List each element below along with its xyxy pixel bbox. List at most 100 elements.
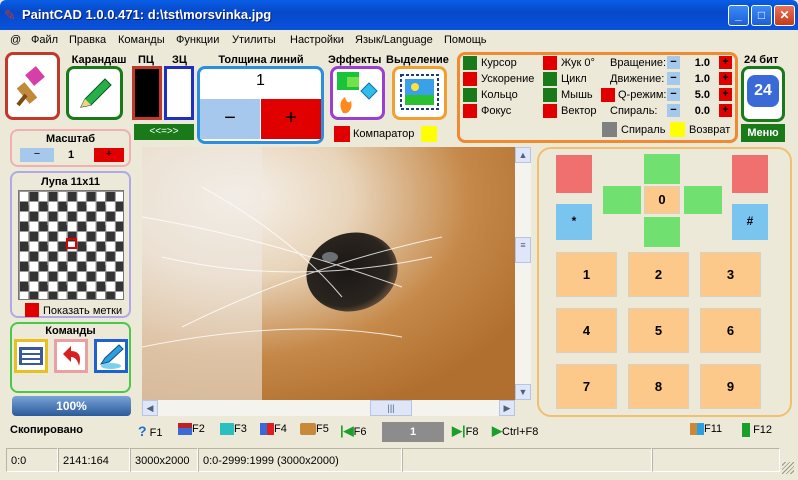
movement-value: 1.0	[694, 73, 710, 85]
draw-command-button[interactable]	[94, 339, 128, 373]
keypad-zero-button[interactable]: 0	[644, 186, 680, 214]
f6-button[interactable]: |◀F6	[340, 423, 366, 443]
scroll-up-button[interactable]: ▲	[515, 147, 531, 163]
movement-plus-button[interactable]: +	[719, 72, 732, 85]
scroll-right-button[interactable]: ▶	[499, 400, 515, 416]
movement-minus-button[interactable]: −	[667, 72, 680, 85]
pencil-label: Карандаш	[71, 54, 127, 66]
secondary-color-swatch[interactable]	[164, 66, 194, 120]
status-pointer-position: 2141:164	[58, 448, 130, 472]
comparator-checkbox[interactable]	[334, 126, 350, 142]
primary-color-swatch[interactable]	[132, 66, 162, 120]
line-width-plus-button[interactable]: +	[261, 99, 321, 139]
q-mode-toggle[interactable]	[601, 88, 615, 102]
primary-color-label: ПЦ	[138, 54, 154, 66]
q-mode-minus-button[interactable]: −	[667, 88, 680, 101]
vector-toggle[interactable]	[543, 104, 557, 118]
show-marks-checkbox[interactable]	[25, 303, 39, 317]
keypad-digit-4[interactable]: 4	[556, 308, 617, 353]
f12-button[interactable]: F12	[742, 423, 772, 443]
menu-settings[interactable]: Настройки	[290, 34, 344, 46]
maximize-button[interactable]: □	[751, 5, 772, 26]
keypad-digit-9[interactable]: 9	[700, 364, 761, 409]
scroll-down-button[interactable]: ▼	[515, 384, 531, 400]
selection-button[interactable]	[392, 66, 447, 120]
menu-language[interactable]: Язык/Language	[355, 34, 433, 46]
menu-file[interactable]: Файл	[31, 34, 58, 46]
keypad-right-button[interactable]	[684, 186, 722, 214]
keypad-hash-button[interactable]: #	[732, 204, 768, 240]
f11-button[interactable]: F11	[690, 423, 722, 443]
play-icon: ▶	[492, 423, 502, 438]
brush-tool-button[interactable]	[5, 52, 60, 120]
swap-colors-button[interactable]: <<=>>	[134, 124, 194, 140]
keyboard-command-button[interactable]	[14, 339, 48, 373]
f3-button[interactable]: F3	[220, 423, 247, 443]
f2-button[interactable]: F2	[178, 423, 205, 443]
scale-plus-button[interactable]: +	[94, 148, 124, 162]
scroll-left-button[interactable]: ◀	[142, 400, 158, 416]
spiral-plus-button[interactable]: +	[719, 104, 732, 117]
keypad-left-button[interactable]	[603, 186, 641, 214]
return-toggle[interactable]	[670, 122, 685, 137]
spiral-minus-button[interactable]: −	[667, 104, 680, 117]
image-canvas[interactable]	[142, 147, 515, 400]
menu-at[interactable]: @	[10, 34, 21, 46]
keypad-top-left-button[interactable]	[556, 155, 592, 193]
minimize-button[interactable]: _	[728, 5, 749, 26]
keypad-digit-7[interactable]: 7	[556, 364, 617, 409]
pencil-tool-button[interactable]	[66, 66, 123, 120]
keypad-digit-6[interactable]: 6	[700, 308, 761, 353]
f4-button[interactable]: F4	[260, 423, 287, 443]
keypad-down-button[interactable]	[644, 217, 680, 247]
bug-toggle[interactable]	[543, 56, 557, 70]
loupe-label: Лупа 11x11	[40, 176, 101, 188]
ctrl-f8-button[interactable]: ▶Ctrl+F8	[492, 423, 538, 443]
rotation-minus-button[interactable]: −	[667, 56, 680, 69]
keypad-digit-3[interactable]: 3	[700, 252, 761, 297]
horizontal-scrollbar[interactable]	[142, 400, 515, 416]
line-width-minus-button[interactable]: −	[200, 99, 260, 139]
vertical-scroll-thumb[interactable]: ≡	[515, 237, 531, 263]
menu-commands[interactable]: Команды	[118, 34, 165, 46]
app-icon[interactable]: ✎	[4, 7, 20, 23]
horizontal-scroll-thumb[interactable]: |||	[370, 400, 412, 416]
rotation-plus-button[interactable]: +	[719, 56, 732, 69]
keypad-top-right-button[interactable]	[732, 155, 768, 193]
keypad-digit-8[interactable]: 8	[628, 364, 689, 409]
q-mode-plus-button[interactable]: +	[719, 88, 732, 101]
spiral-param-label: Спираль:	[610, 105, 658, 117]
keypad-digit-2[interactable]: 2	[628, 252, 689, 297]
cursor-toggle[interactable]	[463, 56, 477, 70]
bit-depth-button[interactable]: 24	[741, 66, 785, 122]
close-button[interactable]: ✕	[774, 5, 795, 26]
mouse-toggle[interactable]	[543, 88, 557, 102]
menu-functions[interactable]: Функции	[176, 34, 219, 46]
menu-utilities[interactable]: Утилиты	[232, 34, 276, 46]
keypad-up-button[interactable]	[644, 154, 680, 184]
keypad-digit-5[interactable]: 5	[628, 308, 689, 353]
spiral-toggle[interactable]	[602, 122, 617, 137]
tools-icon	[690, 423, 704, 436]
effects-button[interactable]	[330, 66, 385, 120]
scale-minus-button[interactable]: −	[20, 148, 54, 162]
focus-toggle[interactable]	[463, 104, 477, 118]
ring-toggle[interactable]	[463, 88, 477, 102]
comparator-color-swatch[interactable]	[421, 126, 437, 142]
cycle-toggle[interactable]	[543, 72, 557, 86]
vertical-scrollbar[interactable]	[515, 147, 531, 400]
keypad-star-button[interactable]: *	[556, 204, 592, 240]
undo-command-button[interactable]	[54, 339, 88, 373]
menu-edit[interactable]: Правка	[69, 34, 106, 46]
main-menu-button[interactable]: Меню	[741, 124, 785, 142]
rotation-label: Вращение:	[610, 57, 667, 69]
menu-help[interactable]: Помощь	[444, 34, 487, 46]
f5-button[interactable]: F5	[300, 423, 329, 443]
f8-button[interactable]: ▶|F8	[452, 423, 478, 443]
page-number-field[interactable]: 1	[382, 422, 444, 442]
f1-button[interactable]: ? F1	[138, 423, 162, 443]
keypad-digit-1[interactable]: 1	[556, 252, 617, 297]
acceleration-toggle[interactable]	[463, 72, 477, 86]
resize-grip[interactable]	[782, 462, 794, 474]
brush-pen-icon	[99, 344, 124, 369]
